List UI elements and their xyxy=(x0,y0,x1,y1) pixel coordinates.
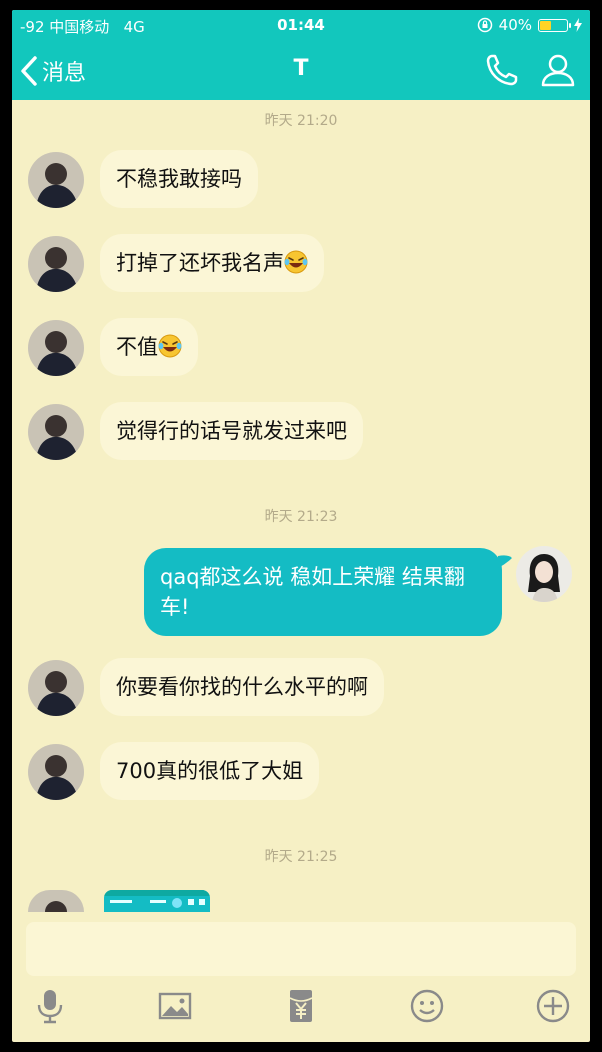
battery-percent: 40% xyxy=(498,16,532,34)
message-text-line: 车! xyxy=(160,595,190,619)
battery-icon xyxy=(538,18,571,32)
photo-button[interactable] xyxy=(155,986,195,1026)
emoji-icon xyxy=(410,989,444,1023)
contact-avatar[interactable] xyxy=(28,890,84,912)
message-bubble[interactable]: 你要看你找的什么水平的啊 xyxy=(100,658,384,716)
contact-avatar[interactable] xyxy=(28,152,84,208)
contact-avatar[interactable] xyxy=(28,236,84,292)
call-button[interactable] xyxy=(484,52,520,88)
message-text: 打掉了还坏我名声 xyxy=(116,251,284,275)
person-icon xyxy=(541,54,575,87)
message-bubble[interactable]: 打掉了还坏我名声 xyxy=(100,234,324,292)
status-battery-area: 40% xyxy=(477,16,582,34)
message-input[interactable] xyxy=(26,922,576,976)
message-text-line: qaq都这么说 稳如上荣耀 结果翻 xyxy=(160,565,465,589)
image-icon xyxy=(158,992,192,1020)
phone-icon xyxy=(486,54,518,86)
message-bubble[interactable]: 觉得行的话号就发过来吧 xyxy=(100,402,363,460)
laughing-crying-emoji-icon xyxy=(284,250,308,274)
contact-avatar[interactable] xyxy=(28,320,84,376)
red-packet-button[interactable] xyxy=(281,986,321,1026)
message-bubble[interactable]: 不稳我敢接吗 xyxy=(100,150,258,208)
timestamp: 昨天 21:20 xyxy=(264,113,338,129)
timestamp: 昨天 21:23 xyxy=(264,509,338,525)
header-bar: -92 中国移动 4G 01:44 40% 消息 T xyxy=(12,10,590,100)
microphone-icon xyxy=(37,990,63,1024)
message-text: 不稳我敢接吗 xyxy=(116,167,242,191)
message-bubble[interactable]: 不值 xyxy=(100,318,198,376)
contact-avatar[interactable] xyxy=(28,660,84,716)
plus-icon xyxy=(536,989,570,1023)
red-packet-icon xyxy=(289,990,313,1022)
message-text: 700真的很低了大姐 xyxy=(116,759,304,783)
timestamp: 昨天 21:25 xyxy=(264,849,338,865)
charging-icon xyxy=(574,18,582,32)
laughing-crying-emoji-icon xyxy=(158,334,182,358)
more-button[interactable] xyxy=(533,986,573,1026)
emoji-button[interactable] xyxy=(407,986,447,1026)
voice-button[interactable] xyxy=(30,986,70,1026)
message-text: 你要看你找的什么水平的啊 xyxy=(116,675,368,699)
message-text: 不值 xyxy=(116,335,158,359)
message-bubble[interactable]: 700真的很低了大姐 xyxy=(100,742,320,800)
chat-screen: -92 中国移动 4G 01:44 40% 消息 T 昨天 21:20 不稳我敢… xyxy=(12,10,590,1042)
message-text: 觉得行的话号就发过来吧 xyxy=(116,419,347,443)
profile-button[interactable] xyxy=(540,52,576,88)
self-avatar[interactable] xyxy=(516,546,572,602)
self-message-bubble[interactable]: qaq都这么说 稳如上荣耀 结果翻 车! xyxy=(144,548,502,636)
bubble-tail xyxy=(498,555,512,568)
orientation-lock-icon xyxy=(477,17,492,33)
contact-avatar[interactable] xyxy=(28,744,84,800)
image-message-thumbnail[interactable] xyxy=(104,890,210,912)
contact-avatar[interactable] xyxy=(28,404,84,460)
